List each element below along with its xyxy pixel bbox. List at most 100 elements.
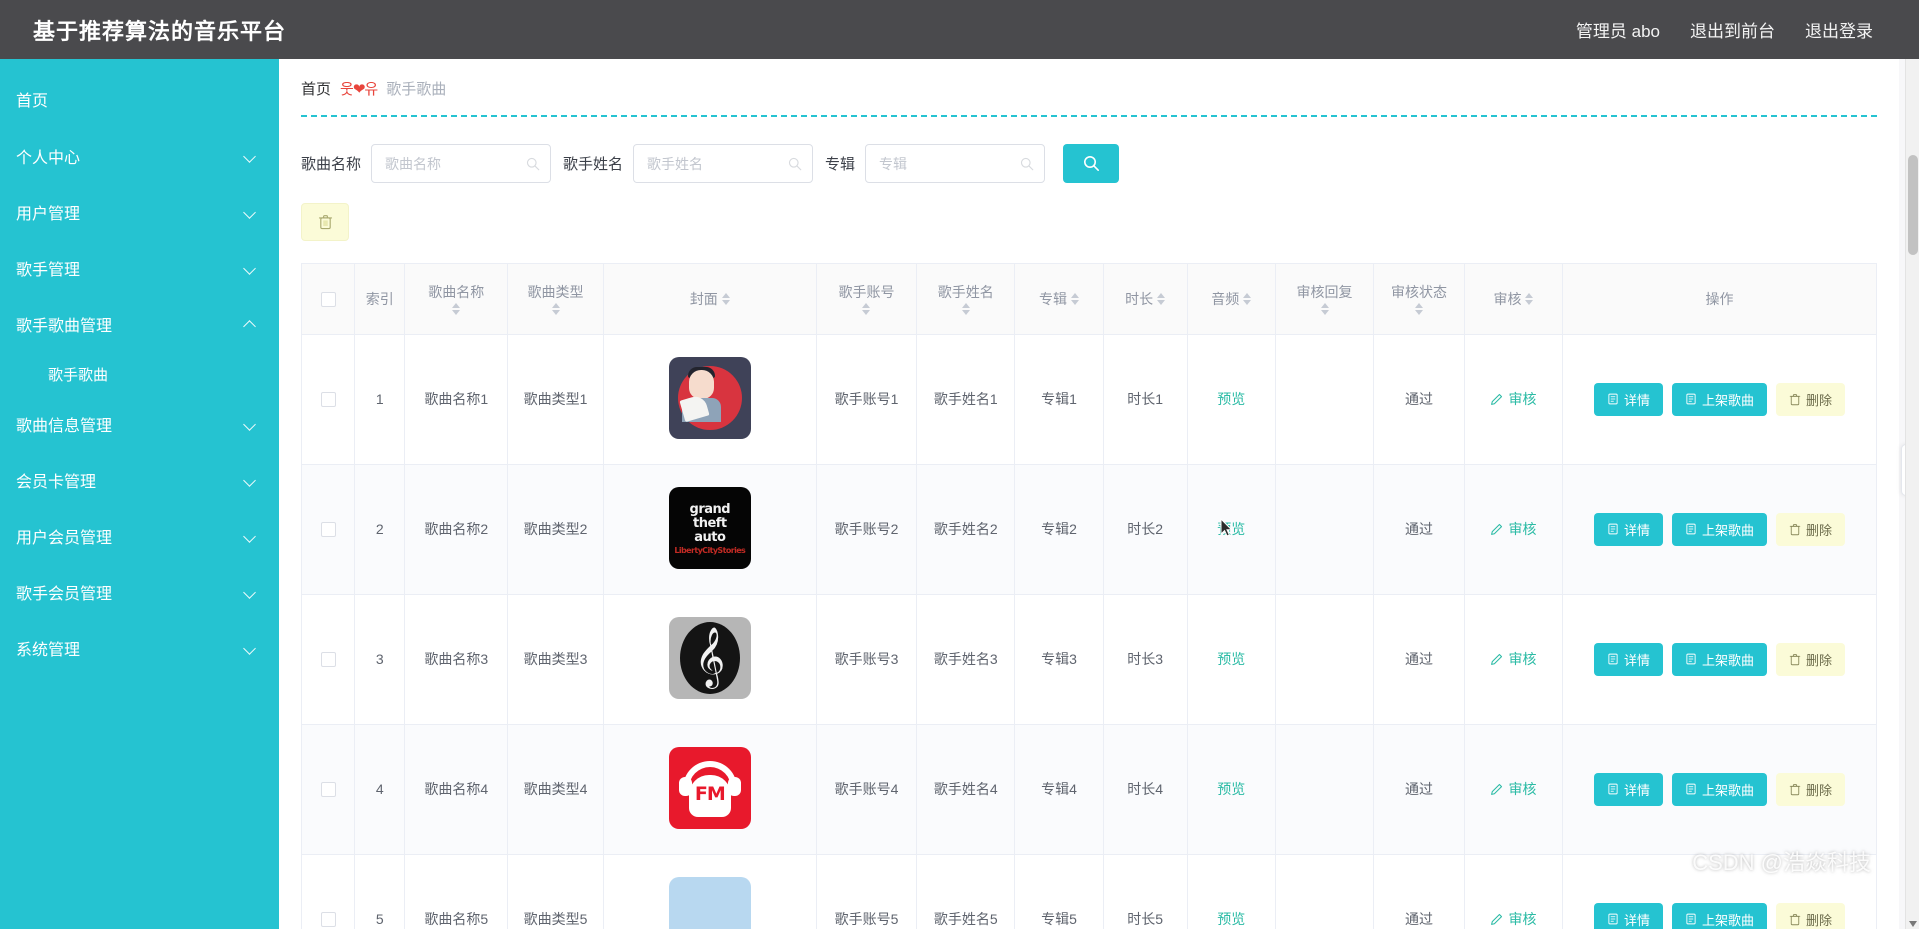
sort-icon[interactable] <box>1071 293 1079 305</box>
detail-button[interactable]: 详情 <box>1594 903 1663 929</box>
th-audit-status[interactable]: 审核状态 <box>1374 264 1465 334</box>
sidebar-item-singer-member-management[interactable]: 歌手会员管理 <box>0 564 279 620</box>
logout-link[interactable]: 退出登录 <box>1805 17 1873 42</box>
th-cover[interactable]: 封面 <box>603 264 816 334</box>
audit-link[interactable]: 审核 <box>1490 909 1536 929</box>
sort-icon[interactable] <box>862 303 870 315</box>
sidebar-item-label: 用户会员管理 <box>16 524 112 548</box>
scrollbar-thumb[interactable] <box>1908 155 1918 255</box>
sort-icon[interactable] <box>552 303 560 315</box>
detail-button-label: 详情 <box>1624 390 1650 409</box>
album-input-wrapper[interactable] <box>865 144 1045 183</box>
cell-operations: 详情 上架歌曲 删除 <box>1563 334 1876 464</box>
publish-song-button[interactable]: 上架歌曲 <box>1672 773 1767 806</box>
publish-song-button[interactable]: 上架歌曲 <box>1672 383 1767 416</box>
sort-icon[interactable] <box>962 303 970 315</box>
song-name-input-wrapper[interactable] <box>371 144 551 183</box>
sidebar-item-system-management[interactable]: 系统管理 <box>0 620 279 676</box>
cover-image[interactable] <box>669 877 751 929</box>
sort-icon[interactable] <box>1321 303 1329 315</box>
sidebar-item-personal-center[interactable]: 个人中心 <box>0 128 279 184</box>
th-audit[interactable]: 审核 <box>1464 264 1562 334</box>
singer-name-input-wrapper[interactable] <box>633 144 813 183</box>
row-checkbox[interactable] <box>321 652 336 667</box>
table-row: 4 歌曲名称4 歌曲类型4 FM 歌手账号4 歌手姓名4 专辑4 时长4 <box>302 724 1876 854</box>
th-operations: 操作 <box>1563 264 1876 334</box>
row-checkbox[interactable] <box>321 912 336 927</box>
detail-button[interactable]: 详情 <box>1594 383 1663 416</box>
sidebar-item-singer-song-management[interactable]: 歌手歌曲管理 <box>0 296 279 352</box>
th-song-name[interactable]: 歌曲名称 <box>405 264 508 334</box>
cover-image[interactable] <box>669 357 751 439</box>
th-label-audit-reply: 审核回复 <box>1297 282 1353 302</box>
cover-image[interactable]: FM <box>669 747 751 829</box>
cell-audit-reply <box>1276 594 1374 724</box>
select-all-checkbox[interactable] <box>321 292 336 307</box>
sort-icon[interactable] <box>1525 293 1533 305</box>
detail-button[interactable]: 详情 <box>1594 773 1663 806</box>
audit-link[interactable]: 审核 <box>1490 389 1536 409</box>
th-singer-account[interactable]: 歌手账号 <box>816 264 916 334</box>
sidebar-item-home[interactable]: 首页 <box>0 70 279 128</box>
sidebar-subitem-singer-song[interactable]: 歌手歌曲 <box>0 352 279 396</box>
delete-button[interactable]: 删除 <box>1776 643 1845 676</box>
audio-preview-link[interactable]: 预览 <box>1217 911 1245 927</box>
cell-duration: 时长5 <box>1103 854 1187 929</box>
sort-icon[interactable] <box>1243 293 1251 305</box>
breadcrumb-home[interactable]: 首页 <box>301 78 331 99</box>
sort-icon[interactable] <box>722 293 730 305</box>
cell-singer-account: 歌手账号5 <box>816 854 916 929</box>
detail-button[interactable]: 详情 <box>1594 643 1663 676</box>
th-album[interactable]: 专辑 <box>1015 264 1104 334</box>
publish-song-button[interactable]: 上架歌曲 <box>1672 513 1767 546</box>
audio-preview-link[interactable]: 预览 <box>1217 521 1245 537</box>
cell-cover: FM <box>603 724 816 854</box>
row-checkbox[interactable] <box>321 522 336 537</box>
audio-preview-link[interactable]: 预览 <box>1217 651 1245 667</box>
th-audio[interactable]: 音频 <box>1187 264 1276 334</box>
audit-link[interactable]: 审核 <box>1490 519 1536 539</box>
publish-song-button[interactable]: 上架歌曲 <box>1672 643 1767 676</box>
chevron-down-icon <box>244 206 257 219</box>
publish-song-button[interactable]: 上架歌曲 <box>1672 903 1767 929</box>
audio-preview-link[interactable]: 预览 <box>1217 391 1245 407</box>
song-name-input[interactable] <box>372 145 550 182</box>
delete-button[interactable]: 删除 <box>1776 773 1845 806</box>
sidebar-item-song-info-management[interactable]: 歌曲信息管理 <box>0 396 279 452</box>
sort-icon[interactable] <box>1415 303 1423 315</box>
cover-image[interactable]: grandtheft autoLibertyCityStories <box>669 487 751 569</box>
page-scrollbar[interactable] <box>1905 59 1919 929</box>
sidebar-item-user-management[interactable]: 用户管理 <box>0 184 279 240</box>
th-audit-reply[interactable]: 审核回复 <box>1276 264 1374 334</box>
sort-icon[interactable] <box>452 303 460 315</box>
audit-link[interactable]: 审核 <box>1490 779 1536 799</box>
search-filter-bar: 歌曲名称 歌手姓名 <box>279 117 1899 183</box>
detail-icon <box>1607 653 1619 665</box>
trash-icon <box>1789 523 1801 536</box>
cell-song-type: 歌曲类型5 <box>508 854 604 929</box>
th-song-type[interactable]: 歌曲类型 <box>508 264 604 334</box>
row-checkbox[interactable] <box>321 392 336 407</box>
delete-button[interactable]: 删除 <box>1776 903 1845 929</box>
go-frontend-link[interactable]: 退出到前台 <box>1690 17 1775 42</box>
bulk-delete-button[interactable] <box>301 203 349 241</box>
sort-icon[interactable] <box>1157 293 1165 305</box>
audio-preview-link[interactable]: 预览 <box>1217 781 1245 797</box>
search-button[interactable] <box>1063 144 1119 183</box>
sidebar-item-membership-card-management[interactable]: 会员卡管理 <box>0 452 279 508</box>
singer-name-input[interactable] <box>634 145 812 182</box>
cell-singer-name: 歌手姓名4 <box>917 724 1015 854</box>
delete-button[interactable]: 删除 <box>1776 383 1845 416</box>
audit-link[interactable]: 审核 <box>1490 649 1536 669</box>
th-singer-name[interactable]: 歌手姓名 <box>917 264 1015 334</box>
row-checkbox[interactable] <box>321 782 336 797</box>
sidebar-item-singer-management[interactable]: 歌手管理 <box>0 240 279 296</box>
th-duration[interactable]: 时长 <box>1103 264 1187 334</box>
sidebar-item-user-member-management[interactable]: 用户会员管理 <box>0 508 279 564</box>
delete-button[interactable]: 删除 <box>1776 513 1845 546</box>
detail-button[interactable]: 详情 <box>1594 513 1663 546</box>
scroll-down-arrow-icon[interactable] <box>1909 921 1917 927</box>
album-input[interactable] <box>866 145 1044 182</box>
cover-image[interactable]: 𝄞 <box>669 617 751 699</box>
admin-user-label[interactable]: 管理员 abo <box>1576 17 1660 42</box>
